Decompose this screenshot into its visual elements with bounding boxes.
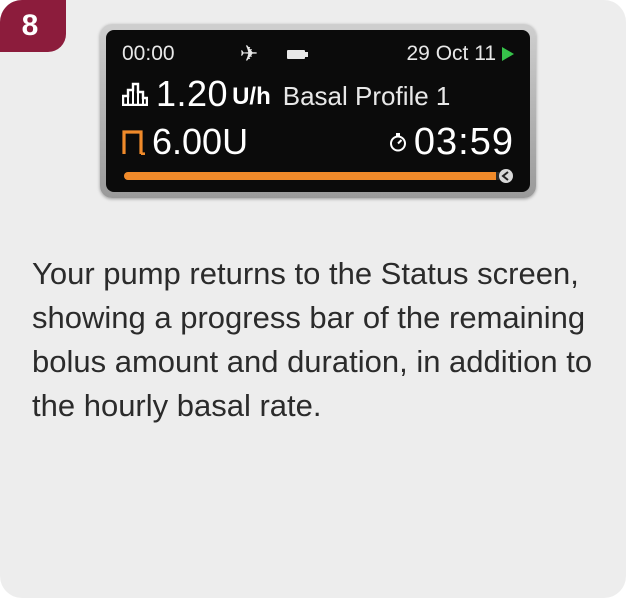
instruction-text: Your pump returns to the Status screen, … — [32, 256, 593, 423]
bolus-timer: 03:59 — [388, 121, 514, 164]
bolus-progress-fill — [124, 172, 497, 180]
basal-rate-unit: U/h — [232, 83, 271, 110]
status-bar: 00:00 ✈ 29 Oct 11 — [122, 40, 514, 68]
stopwatch-icon — [389, 133, 406, 152]
extended-bolus-icon — [122, 130, 145, 155]
step-number-badge: 8 — [0, 0, 66, 52]
clock-time: 00:00 — [122, 42, 175, 65]
instruction-card: 8 00:00 ✈ 29 Oct 11 1.20 U/h Basal Profi… — [0, 0, 626, 598]
basal-profile-name: Basal Profile 1 — [282, 80, 451, 111]
pump-status-screen: 00:00 ✈ 29 Oct 11 1.20 U/h Basal Profile… — [106, 30, 530, 192]
bolus-progress-end-icon — [499, 169, 513, 183]
basal-profile-icon — [122, 82, 148, 106]
battery-icon — [266, 49, 328, 59]
bolus-row: 6.00U 03:59 — [122, 120, 514, 164]
bolus-progress-bar — [124, 169, 513, 183]
basal-rate-value: 1.20 — [156, 73, 229, 114]
play-icon — [502, 47, 514, 61]
basal-rate-row: 1.20 U/h Basal Profile 1 — [122, 73, 514, 114]
airplane-icon: ✈ — [239, 41, 259, 66]
bolus-amount: 6.00U — [152, 121, 249, 162]
status-date: 29 Oct 11 — [406, 42, 497, 65]
bolus-remaining-time: 03:59 — [413, 120, 514, 163]
pump-display-bezel: 00:00 ✈ 29 Oct 11 1.20 U/h Basal Profile… — [100, 24, 536, 198]
